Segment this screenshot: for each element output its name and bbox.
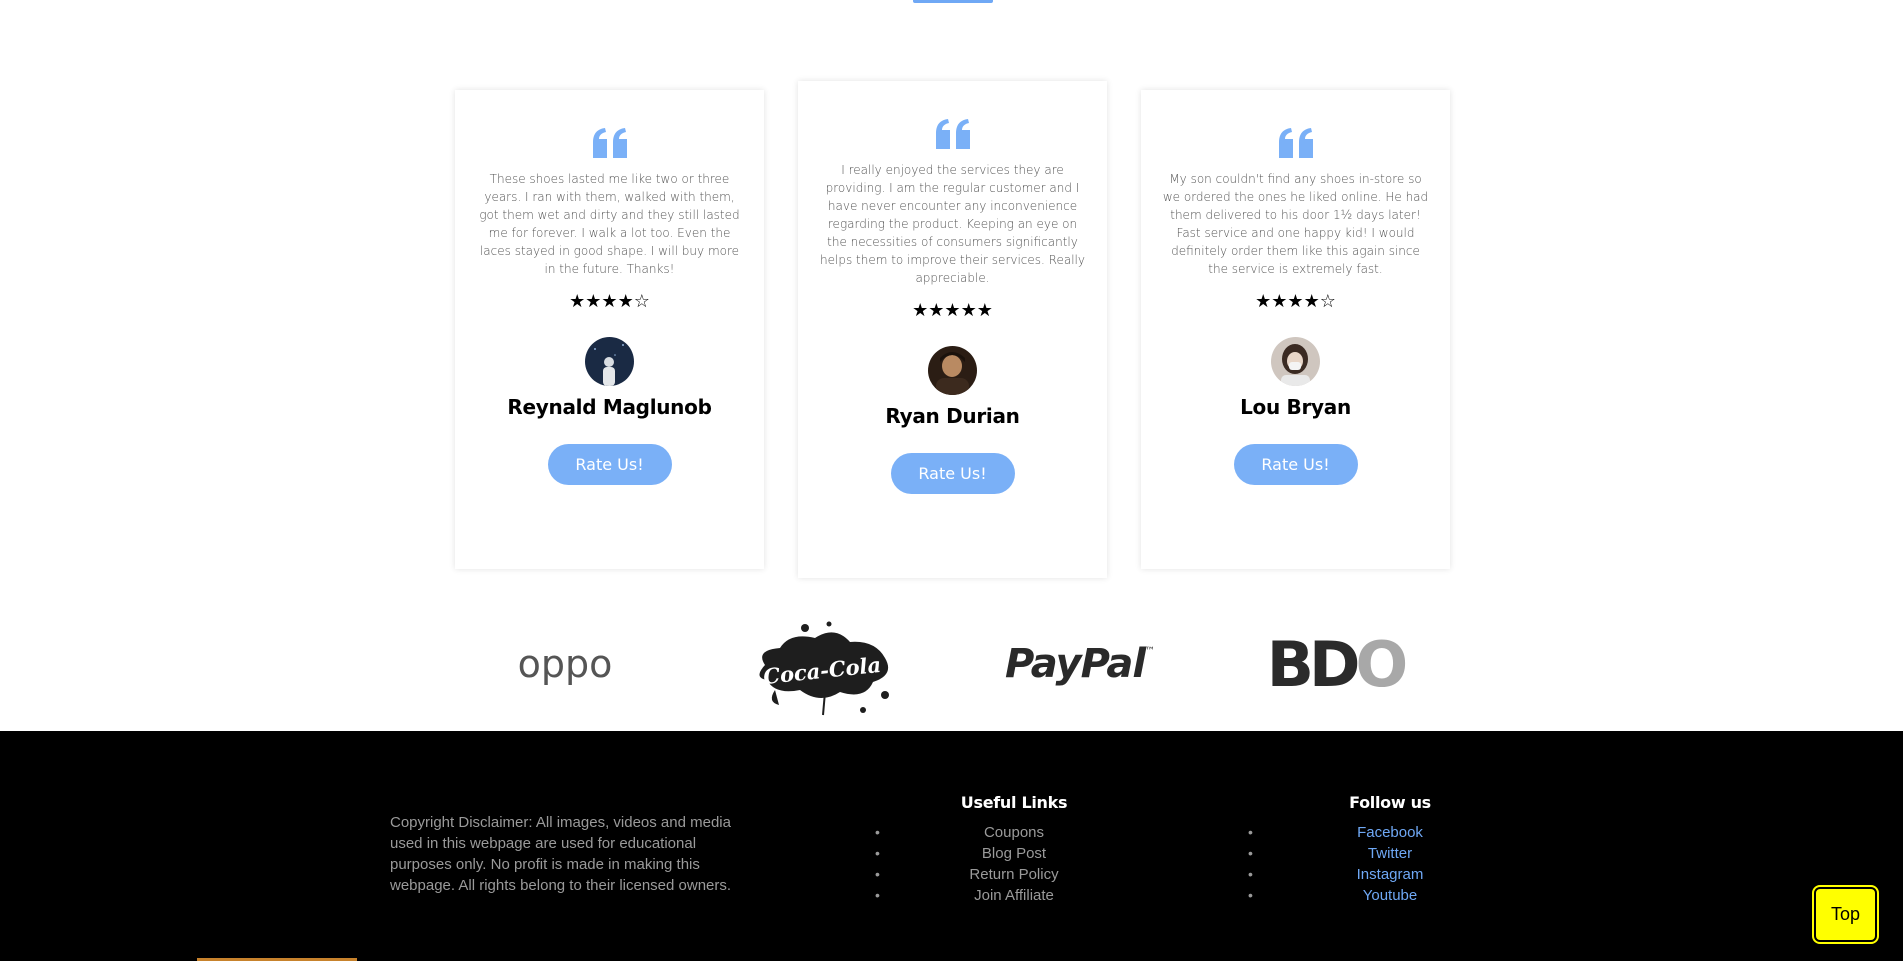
oppo-logo: oppo — [517, 642, 613, 686]
bdo-logo: BD O — [1266, 628, 1409, 701]
instagram-link[interactable]: Instagram — [1357, 866, 1424, 883]
youtube-link[interactable]: Youtube — [1363, 887, 1418, 904]
coca-cola-logo: Coca-Cola — [745, 620, 900, 720]
avatar — [928, 346, 977, 395]
bullet-icon: • — [1248, 887, 1253, 903]
avatar — [585, 337, 634, 386]
quote-icon — [592, 128, 627, 158]
bullet-icon: • — [875, 845, 880, 861]
star-rating: ★★★★☆ — [1255, 291, 1336, 312]
facebook-link[interactable]: Facebook — [1357, 824, 1423, 841]
star-rating: ★★★★★ — [912, 300, 993, 321]
bullet-icon: • — [1248, 824, 1253, 840]
twitter-link[interactable]: Twitter — [1368, 845, 1412, 862]
copyright-disclaimer: Copyright Disclaimer: All images, videos… — [390, 814, 732, 894]
paypal-logo: PayPal ™ — [1004, 641, 1156, 687]
reviewer-name: Ryan Durian — [885, 404, 1020, 428]
star-rating: ★★★★☆ — [569, 291, 650, 312]
follow-us-heading: Follow us — [1349, 793, 1431, 812]
review-text: My son couldn't find any shoes in-store … — [1162, 172, 1429, 276]
footer-link-coupons[interactable]: • Coupons — [875, 822, 1099, 843]
quote-icon — [935, 119, 970, 149]
quote-icon — [1278, 128, 1313, 158]
reviewer-name: Lou Bryan — [1240, 395, 1351, 419]
avatar — [1271, 337, 1320, 386]
follow-us-section: Follow us • Facebook • Twitter • Instagram … — [1248, 793, 1450, 906]
top-accent-bar — [913, 0, 993, 3]
reviewer-name: Reynald Maglunob — [507, 395, 712, 419]
bullet-icon: • — [1248, 866, 1253, 882]
footer-link-return-policy[interactable]: • Return Policy — [875, 864, 1099, 885]
bullet-icon: • — [875, 866, 880, 882]
footer-link-blog-post[interactable]: • Blog Post — [875, 843, 1099, 864]
testimonial-card: I really enjoyed the services they are p… — [798, 81, 1107, 578]
testimonial-card: These shoes lasted me like two or three … — [455, 90, 764, 569]
bullet-icon: • — [1248, 845, 1253, 861]
rate-us-button[interactable]: Rate Us! — [1233, 444, 1358, 485]
rate-us-button[interactable]: Rate Us! — [890, 453, 1015, 494]
review-text: These shoes lasted me like two or three … — [479, 172, 740, 276]
footer-link-join-affiliate[interactable]: • Join Affiliate — [875, 885, 1099, 906]
bullet-icon: • — [875, 887, 880, 903]
bullet-icon: • — [875, 824, 880, 840]
review-text: I really enjoyed the services they are p… — [820, 163, 1085, 285]
useful-links-heading: Useful Links — [960, 793, 1068, 812]
back-to-top-button[interactable]: Top — [1814, 887, 1877, 942]
useful-links-section: Useful Links • Coupons • Blog Post • Return… — [875, 793, 1099, 906]
footer: Copyright Disclaimer: All images, videos… — [0, 731, 1903, 961]
testimonial-card: My son couldn't find any shoes in-store … — [1141, 90, 1450, 569]
rate-us-button[interactable]: Rate Us! — [547, 444, 672, 485]
